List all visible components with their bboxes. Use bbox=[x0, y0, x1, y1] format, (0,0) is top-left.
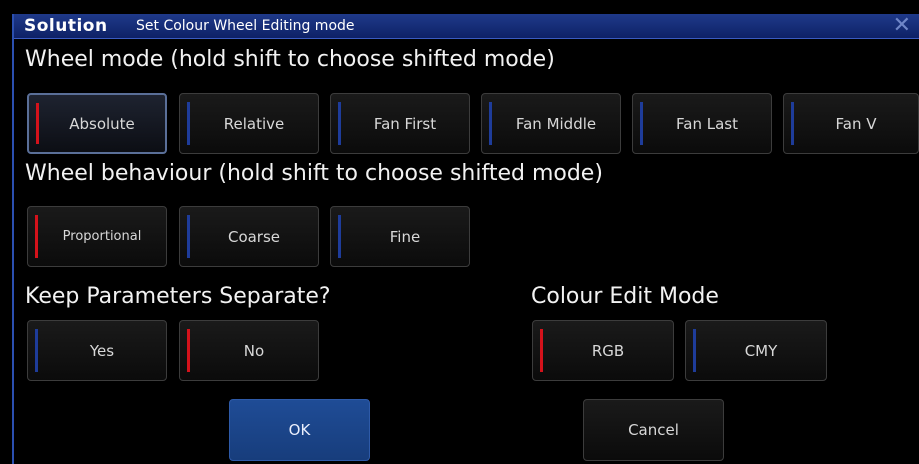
button-label: Cancel bbox=[628, 421, 679, 439]
window-title: Set Colour Wheel Editing mode bbox=[136, 18, 355, 34]
wheel-behaviour-proportional-button[interactable]: Proportional bbox=[27, 206, 167, 267]
selection-indicator bbox=[35, 329, 38, 372]
button-label: No bbox=[243, 341, 265, 360]
selection-indicator bbox=[187, 102, 190, 145]
button-label: OK bbox=[288, 421, 311, 439]
close-icon[interactable]: ✕ bbox=[893, 14, 911, 38]
colour-edit-mode-heading: Colour Edit Mode bbox=[531, 284, 719, 309]
button-label: Proportional bbox=[62, 229, 142, 244]
brand-logo: Solution bbox=[24, 16, 108, 36]
selection-indicator bbox=[187, 215, 190, 258]
colour-edit-rgb-button[interactable]: RGB bbox=[532, 320, 674, 381]
wheel-mode-heading: Wheel mode (hold shift to choose shifted… bbox=[25, 47, 555, 72]
wheel-mode-fan-last-button[interactable]: Fan Last bbox=[632, 93, 772, 154]
selection-indicator bbox=[187, 329, 190, 372]
wheel-mode-fan-first-button[interactable]: Fan First bbox=[330, 93, 470, 154]
button-label: CMY bbox=[744, 341, 778, 360]
wheel-behaviour-coarse-button[interactable]: Coarse bbox=[179, 206, 319, 267]
button-label: Fan First bbox=[373, 114, 437, 133]
button-label: RGB bbox=[591, 341, 625, 360]
wheel-mode-relative-button[interactable]: Relative bbox=[179, 93, 319, 154]
keep-separate-heading: Keep Parameters Separate? bbox=[25, 284, 331, 309]
wheel-mode-absolute-button[interactable]: Absolute bbox=[27, 93, 167, 154]
button-label: Yes bbox=[89, 341, 115, 360]
selection-indicator bbox=[791, 102, 794, 145]
selection-indicator bbox=[36, 103, 39, 144]
button-label: Fine bbox=[389, 227, 421, 246]
selection-indicator bbox=[693, 329, 696, 372]
cancel-button[interactable]: Cancel bbox=[583, 399, 724, 461]
keep-separate-yes-button[interactable]: Yes bbox=[27, 320, 167, 381]
button-label: Relative bbox=[223, 114, 285, 133]
wheel-behaviour-fine-button[interactable]: Fine bbox=[330, 206, 470, 267]
wheel-behaviour-heading: Wheel behaviour (hold shift to choose sh… bbox=[25, 161, 603, 186]
selection-indicator bbox=[640, 102, 643, 145]
dialog-window: Solution Set Colour Wheel Editing mode ✕… bbox=[12, 14, 919, 464]
button-label: Fan Last bbox=[676, 114, 738, 133]
colour-edit-cmy-button[interactable]: CMY bbox=[685, 320, 827, 381]
button-label: Fan Middle bbox=[515, 114, 597, 133]
button-label: Coarse bbox=[227, 227, 281, 246]
button-label: Absolute bbox=[69, 114, 135, 133]
selection-indicator bbox=[338, 102, 341, 145]
selection-indicator bbox=[540, 329, 543, 372]
wheel-mode-fan-v-button[interactable]: Fan V bbox=[783, 93, 919, 154]
selection-indicator bbox=[489, 102, 492, 145]
wheel-mode-fan-middle-button[interactable]: Fan Middle bbox=[481, 93, 621, 154]
ok-button[interactable]: OK bbox=[229, 399, 370, 461]
title-bar: Solution Set Colour Wheel Editing mode ✕ bbox=[14, 14, 919, 39]
keep-separate-no-button[interactable]: No bbox=[179, 320, 319, 381]
selection-indicator bbox=[338, 215, 341, 258]
button-label: Fan V bbox=[835, 114, 877, 133]
selection-indicator bbox=[35, 215, 38, 258]
